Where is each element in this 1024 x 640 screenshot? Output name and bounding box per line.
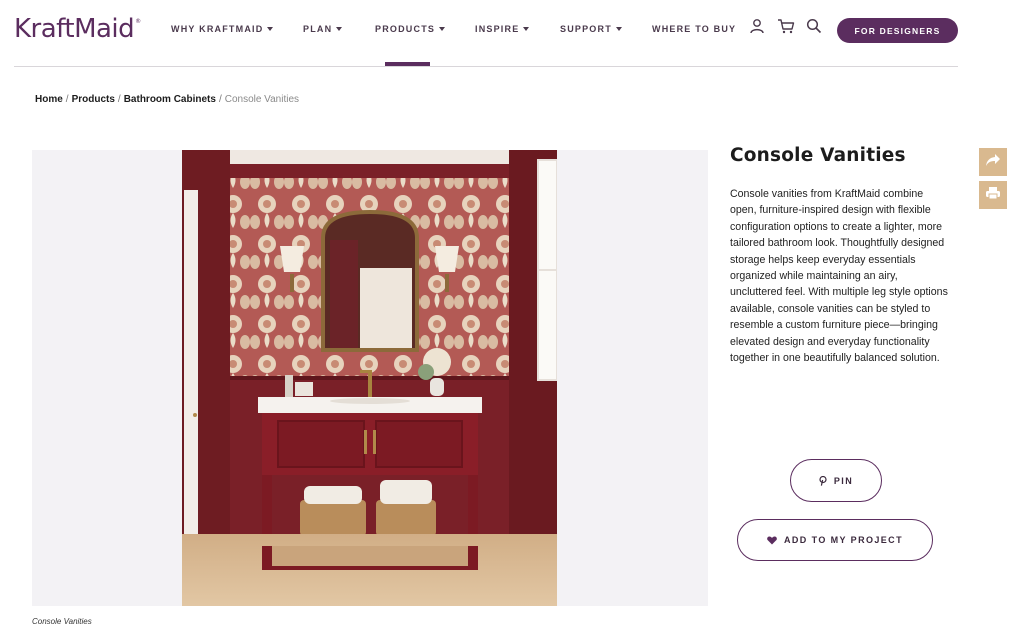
caret-down-icon [615,27,622,31]
caret-down-icon [439,27,446,31]
pin-label: PIN [833,475,854,486]
user-icon[interactable] [749,18,767,36]
breadcrumb: Home / Products / Bathroom Cabinets / Console … [35,94,299,105]
site-header: KraftMaid® WHY KRAFTMAID PLAN PRODUCTS I… [0,0,1024,67]
pin-button[interactable]: PIN [790,459,882,502]
nav-label: INSPIRE [475,24,520,34]
cart-icon[interactable] [777,18,795,36]
nav-support[interactable]: SUPPORT [560,24,622,34]
header-divider [14,66,958,67]
for-designers-button[interactable]: FOR DESIGNERS [837,18,958,43]
nav-inspire[interactable]: INSPIRE [475,24,530,34]
print-icon [985,186,1001,205]
search-icon[interactable] [806,18,824,36]
nav-plan[interactable]: PLAN [303,24,343,34]
product-title: Console Vanities [730,145,906,166]
nav-label: WHY KRAFTMAID [171,24,264,34]
caret-down-icon [336,27,343,31]
breadcrumb-home[interactable]: Home [35,94,63,105]
breadcrumb-separator: / [218,94,222,105]
product-description: Console vanities from KraftMaid combine … [730,188,948,365]
add-to-project-label: ADD TO MY PROJECT [784,535,903,545]
breadcrumb-bathroom-cabinets[interactable]: Bathroom Cabinets [124,94,216,105]
breadcrumb-current: Console Vanities [224,94,300,105]
pinterest-icon [819,475,827,486]
add-to-project-button[interactable]: ADD TO MY PROJECT [737,519,933,561]
nav-label: SUPPORT [560,24,612,34]
nav-label: WHERE TO BUY [652,24,737,34]
nav-where-to-buy[interactable]: WHERE TO BUY [652,24,736,34]
breadcrumb-products[interactable]: Products [72,94,115,105]
nav-why-kraftmaid[interactable]: WHY KRAFTMAID [171,24,274,34]
nav-products[interactable]: PRODUCTS [375,24,446,34]
breadcrumb-separator: / [65,94,69,105]
image-caption: Console Vanities [32,617,92,626]
caret-down-icon [267,27,274,31]
share-button[interactable] [979,148,1007,176]
nav-label: PRODUCTS [375,24,436,34]
product-image-panel [32,150,708,606]
share-icon [985,153,1001,172]
nav-label: PLAN [303,24,333,34]
kraftmaid-logo[interactable]: KraftMaid® [14,14,141,44]
breadcrumb-separator: / [117,94,121,105]
product-photo[interactable] [182,150,557,606]
heart-icon [767,536,777,545]
print-button[interactable] [979,181,1007,209]
caret-down-icon [523,27,530,31]
